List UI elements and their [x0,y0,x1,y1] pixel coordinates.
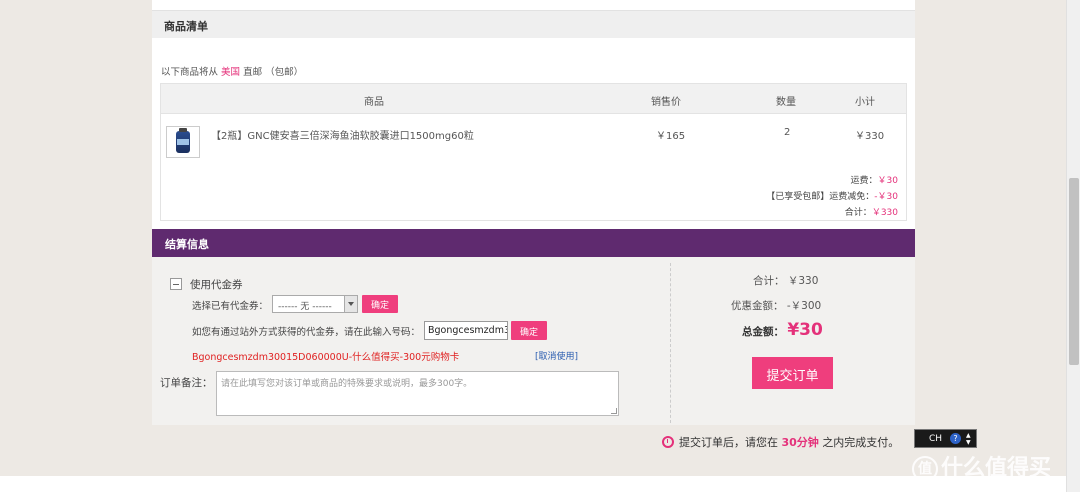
shipping-fee-value: ￥30 [877,176,898,186]
settlement-title: 结算信息 [165,238,209,251]
goods-section-title: 商品清单 [164,20,208,33]
chevron-down-icon [344,296,357,312]
confirm-voucher-button[interactable]: 确定 [362,295,398,313]
voucher-select-value: ------ 无 ------ [278,302,332,312]
product-thumbnail[interactable] [166,126,200,158]
goods-total-value: ￥330 [871,208,898,218]
goods-total-label: 合计： [844,208,872,218]
summary-subtotal: 合计： ￥330 [753,273,818,288]
notice-suffix: 之内完成支付。 [822,436,900,449]
ime-indicator[interactable]: CH ? ▲ ▼ [914,429,977,448]
settlement-body: 使用代金券 选择已有代金券： ------ 无 ------ 确定 如您有通过站… [152,257,915,425]
payment-notice: 提交订单后，请您在 30分钟 之内完成支付。 [662,434,899,450]
header-product: 商品 [364,97,384,108]
ime-language: CH [929,434,943,444]
shipping-origin: 美国 [221,67,241,78]
submit-order-button[interactable]: 提交订单 [752,357,833,389]
goods-table: 商品 销售价 数量 小计 【2瓶】GNC健安喜三倍深海鱼油软胶囊进口1500mg… [160,83,907,221]
external-code-label: 如您有通过站外方式获得的代金券，请在此输入号码： [192,327,421,338]
summary-subtotal-label: 合计： [753,275,785,287]
shipping-discount-value: -￥30 [874,192,898,202]
summary-discount: 优惠金额： -￥300 [731,298,821,313]
summary-discount-label: 优惠金额： [731,300,784,312]
fish-oil-bottle-icon [176,128,190,153]
voucher-select[interactable]: ------ 无 ------ [272,295,358,313]
use-voucher-checkbox[interactable] [170,278,182,290]
watermark-text: 什么值得买 [941,456,1052,481]
header-qty: 数量 [776,97,796,108]
scrollbar-thumb[interactable] [1069,178,1079,365]
product-qty: 2 [784,127,791,138]
resize-handle-icon[interactable] [611,408,617,414]
header-price: 销售价 [651,97,681,108]
goods-section-header: 商品清单 [152,10,915,38]
product-price: ￥165 [656,131,686,142]
shipping-method: 直邮 [243,67,263,78]
order-panel: 商品清单 以下商品将从 美国 直邮 （包邮） 商品 销售价 数量 小计 【2瓶】… [152,0,915,425]
summary-discount-value: -￥300 [786,300,822,312]
settlement-header: 结算信息 [152,229,915,257]
use-voucher-label: 使用代金券 [190,279,243,291]
up-down-arrows-icon[interactable]: ▲ ▼ [966,432,971,446]
remark-placeholder: 请在此填写您对该订单或商品的特殊要求或说明，最多300字。 [221,379,473,389]
shipping-discount: 【已享受包邮】运费减免：-￥30 [766,189,898,202]
remark-label: 订单备注： [160,377,213,389]
confirm-code-button[interactable]: 确定 [511,321,547,340]
summary-total-value: ¥30 [787,320,823,340]
applied-voucher-text: Bgongcesmzdm30015D060000U-什么值得买-300元购物卡 [192,352,460,363]
shipping-prefix: 以下商品将从 [161,67,219,78]
bottom-bar [0,476,1066,492]
header-subtotal: 小计 [855,97,875,108]
goods-table-header: 商品 销售价 数量 小计 [161,84,906,114]
shipping-free: （包邮） [265,67,304,78]
vertical-scrollbar[interactable] [1066,0,1080,492]
product-name[interactable]: 【2瓶】GNC健安喜三倍深海鱼油软胶囊进口1500mg60粒 [211,127,474,142]
notice-prefix: 提交订单后，请您在 [679,436,778,449]
help-icon[interactable]: ? [950,433,961,444]
checkout-page: 商品清单 以下商品将从 美国 直邮 （包邮） 商品 销售价 数量 小计 【2瓶】… [0,0,1080,492]
goods-total: 合计：￥330 [845,205,898,218]
shipping-discount-label: 【已享受包邮】运费减免： [766,192,875,202]
settlement-divider [670,263,671,423]
select-voucher-label: 选择已有代金券： [192,301,269,312]
shipping-fee-label: 运费： [850,176,878,186]
shipping-fee: 运费：￥30 [851,173,898,186]
remark-textarea[interactable]: 请在此填写您对该订单或商品的特殊要求或说明，最多300字。 [216,371,619,416]
watermark: 值什么值得买 [912,450,1051,482]
summary-total-label: 总金额： [742,326,784,338]
clock-icon [662,436,674,448]
cancel-voucher-link[interactable]: [取消使用] [535,349,578,362]
summary-subtotal-value: ￥330 [787,275,819,287]
product-subtotal: ￥330 [855,131,885,142]
shipping-note: 以下商品将从 美国 直邮 （包邮） [161,64,303,78]
summary-total: 总金额： ¥30 [742,320,823,340]
watermark-badge: 值 [912,456,938,482]
notice-highlight: 30分钟 [781,436,819,449]
voucher-code-input[interactable]: Bgongcesmzdm3 [424,321,508,340]
